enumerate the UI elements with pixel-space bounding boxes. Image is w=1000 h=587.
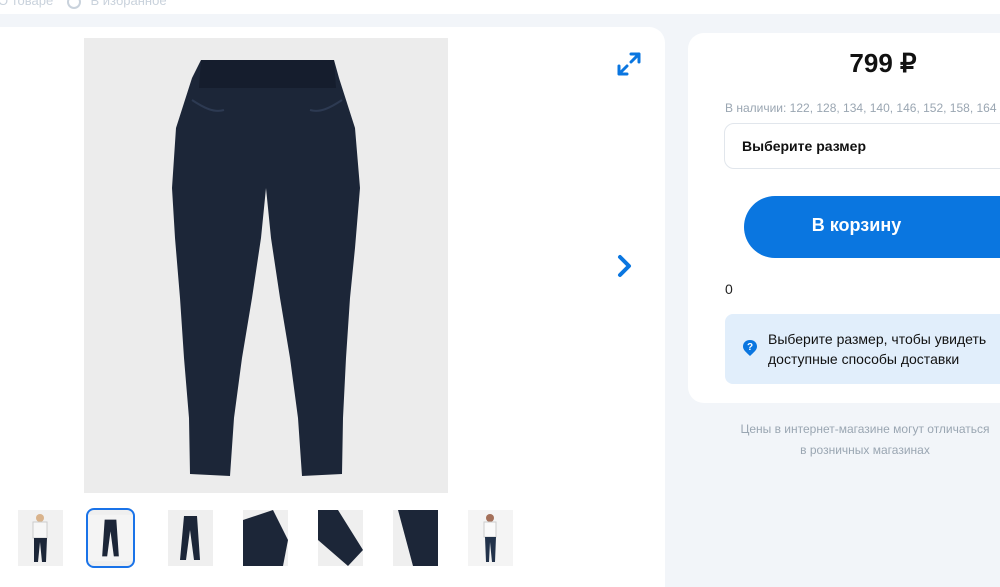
top-tabs: О товаре В избранное bbox=[0, 0, 173, 9]
tab-about-product[interactable]: О товаре bbox=[0, 0, 53, 8]
disclaimer-line-1: Цены в интернет-магазине могут отличатьс… bbox=[740, 422, 990, 436]
main-product-image[interactable] bbox=[84, 38, 448, 493]
buy-box: 799 ₽ В наличии: 122, 128, 134, 140, 146… bbox=[688, 33, 1000, 403]
expand-icon[interactable] bbox=[615, 50, 643, 78]
delivery-info-box: ? Выберите размер, чтобы увидеть доступн… bbox=[725, 314, 1000, 384]
size-select-label: Выберите размер bbox=[742, 138, 867, 154]
quantity-counter: 0 bbox=[725, 281, 733, 297]
pants-image bbox=[84, 38, 448, 493]
thumbnail-6[interactable] bbox=[393, 510, 438, 566]
price-disclaimer: Цены в интернет-магазине могут отличатьс… bbox=[690, 419, 1000, 461]
delivery-info-text: Выберите размер, чтобы увидеть доступные… bbox=[768, 329, 986, 369]
thumbnail-3[interactable] bbox=[168, 510, 213, 566]
chevron-right-icon[interactable] bbox=[614, 253, 636, 279]
model-photo bbox=[18, 510, 63, 566]
size-select[interactable]: Выберите размер bbox=[724, 123, 1000, 169]
add-to-favorites-link[interactable]: В избранное bbox=[90, 0, 166, 8]
svg-text:?: ? bbox=[747, 342, 753, 353]
product-price: 799 ₽ bbox=[849, 48, 917, 78]
thumbnail-4[interactable] bbox=[243, 510, 288, 566]
hem-detail-photo bbox=[318, 510, 363, 566]
delivery-info-line-1: Выберите размер, чтобы увидеть bbox=[768, 331, 987, 347]
delivery-info-line-2: доступные способы доставки bbox=[768, 351, 960, 367]
thumbnail-2[interactable] bbox=[86, 508, 135, 568]
fabric-detail-photo bbox=[243, 510, 288, 566]
heart-icon[interactable] bbox=[66, 0, 81, 9]
add-to-cart-button[interactable]: В корзину bbox=[744, 196, 1000, 258]
add-to-cart-label: В корзину bbox=[811, 215, 902, 235]
model-photo-2 bbox=[468, 510, 513, 566]
product-gallery bbox=[0, 27, 665, 587]
pants-back-photo bbox=[168, 510, 213, 566]
waist-detail-photo bbox=[393, 510, 438, 566]
question-marker-icon: ? bbox=[743, 340, 757, 356]
thumbnail-7[interactable] bbox=[468, 510, 513, 566]
disclaimer-line-2: в розничных магазинах bbox=[800, 443, 930, 457]
available-sizes: В наличии: 122, 128, 134, 140, 146, 152,… bbox=[725, 101, 997, 115]
thumbnail-1[interactable] bbox=[18, 510, 63, 566]
top-bar: О товаре В избранное bbox=[0, 0, 1000, 14]
thumbnail-5[interactable] bbox=[318, 510, 363, 566]
pants-photo bbox=[88, 514, 133, 562]
